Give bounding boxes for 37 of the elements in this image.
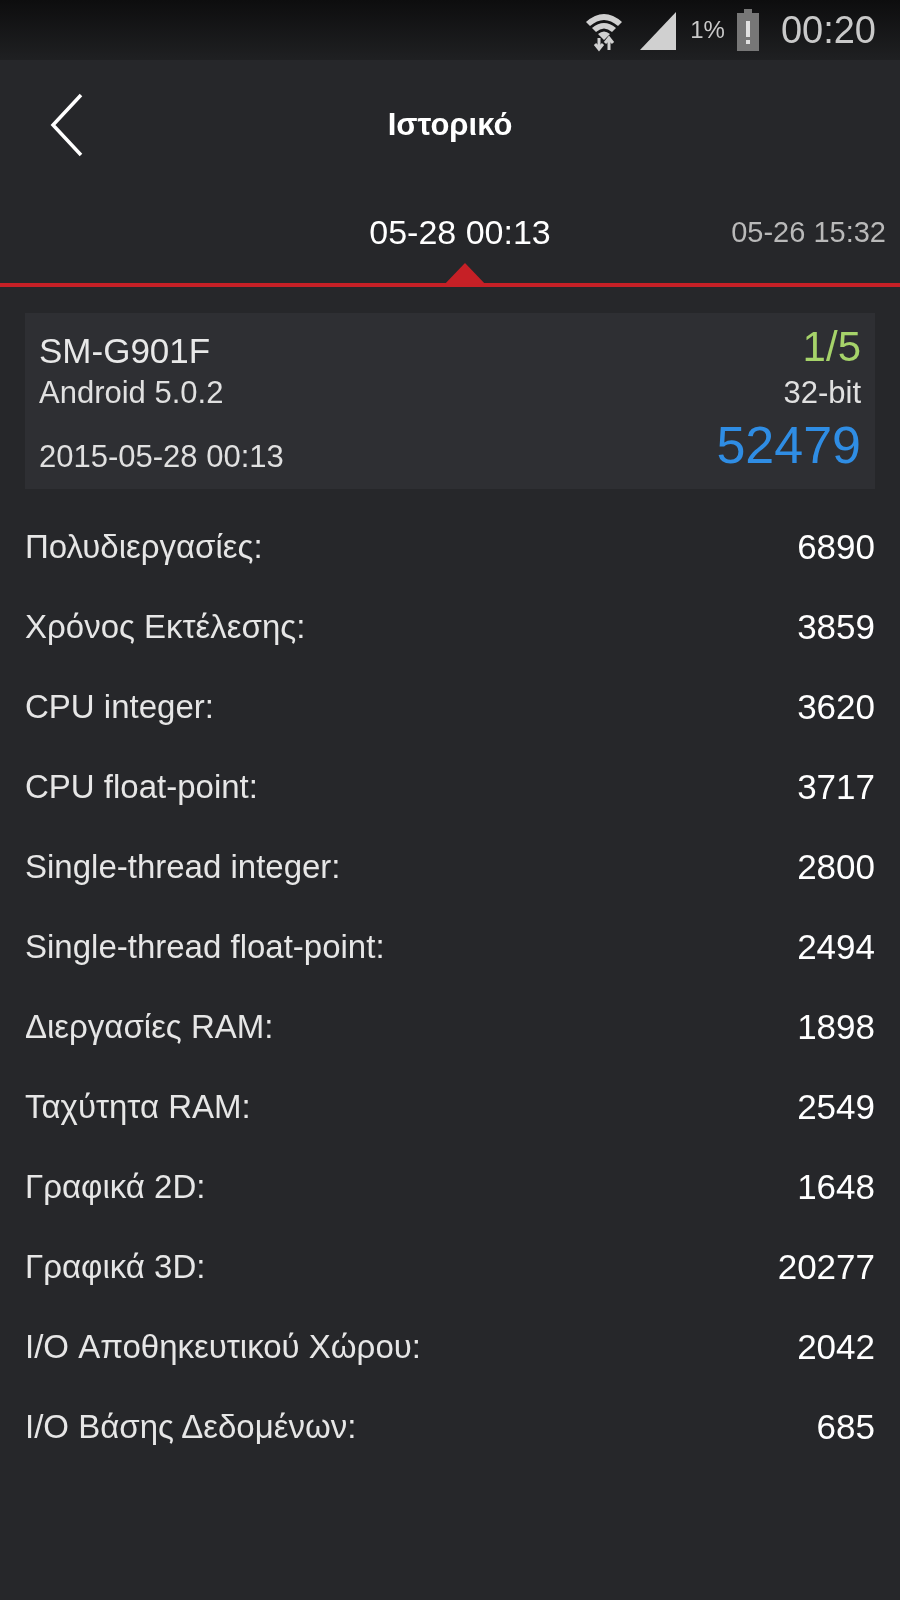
score-label: I/O Αποθηκευτικού Χώρου: xyxy=(25,1328,421,1366)
score-label: CPU float-point: xyxy=(25,768,258,806)
score-label: Πολυδιεργασίες: xyxy=(25,528,263,566)
android-version: Android 5.0.2 xyxy=(39,375,224,411)
score-label: Διεργασίες RAM: xyxy=(25,1008,274,1046)
battery-alert-icon xyxy=(736,9,759,51)
score-label: Single-thread integer: xyxy=(25,848,341,886)
signal-icon xyxy=(638,10,679,50)
score-label: Single-thread float-point: xyxy=(25,928,385,966)
score-label: Χρόνος Εκτέλεσης: xyxy=(25,608,306,646)
rank: 1/5 xyxy=(802,323,861,371)
score-value: 1648 xyxy=(797,1167,875,1207)
total-score: 52479 xyxy=(716,415,861,475)
score-label: I/O Βάσης Δεδομένων: xyxy=(25,1408,357,1446)
score-value: 2494 xyxy=(797,927,875,967)
score-value: 3620 xyxy=(797,687,875,727)
score-value: 3717 xyxy=(797,767,875,807)
score-label: Γραφικά 3D: xyxy=(25,1248,206,1286)
battery-percent: 1% xyxy=(690,16,725,44)
clock: 00:20 xyxy=(780,8,876,52)
architecture: 32-bit xyxy=(783,375,861,411)
date-tab[interactable]: 05-26 15:32 xyxy=(610,190,886,283)
score-value: 20277 xyxy=(777,1247,875,1287)
score-label: Ταχύτητα RAM: xyxy=(25,1088,251,1126)
score-value: 685 xyxy=(816,1407,875,1447)
score-label: Γραφικά 2D: xyxy=(25,1168,206,1206)
test-date: 2015-05-28 00:13 xyxy=(39,439,284,475)
score-value: 6890 xyxy=(797,527,875,567)
date-tab[interactable]: 05-28 00:13 xyxy=(310,190,610,283)
score-value: 2549 xyxy=(797,1087,875,1127)
score-label: CPU integer: xyxy=(25,688,214,726)
score-value: 1898 xyxy=(797,1007,875,1047)
score-value: 3859 xyxy=(797,607,875,647)
score-value: 2042 xyxy=(797,1327,875,1367)
device-model: SM-G901F xyxy=(39,331,211,371)
page-title: Ιστορικό xyxy=(386,107,514,143)
score-value: 2800 xyxy=(797,847,875,887)
